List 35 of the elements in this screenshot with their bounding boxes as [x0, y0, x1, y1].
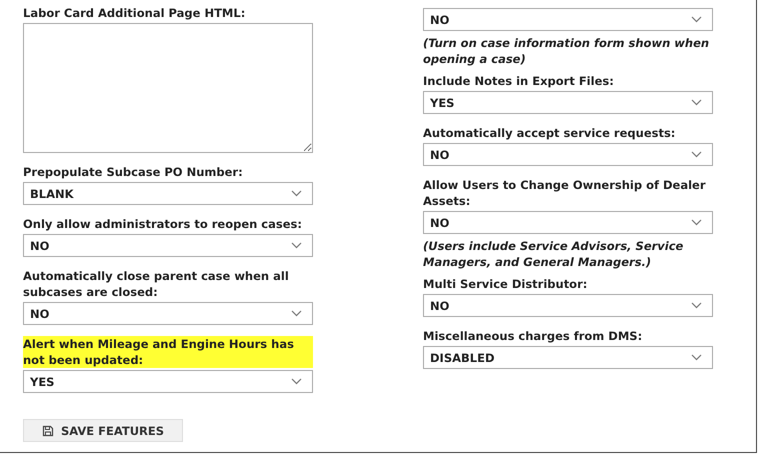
help-note: (Turn on case information form shown when opening a case): [423, 35, 710, 67]
chevron-down-icon: [691, 99, 702, 106]
field-label: Alert when Mileage and Engine Hours has not been updated:: [23, 336, 313, 368]
dropdown[interactable]: NO: [423, 8, 713, 31]
field-label: Allow Users to Change Ownership of Dealer Assets:: [423, 177, 707, 209]
chevron-down-icon: [691, 302, 702, 309]
chevron-down-icon: [291, 190, 302, 197]
help-note: (Users include Service Advisors, Service Managers, and General Managers.): [423, 238, 684, 270]
field-label: Only allow administrators to reopen cases:: [23, 216, 302, 232]
chevron-down-icon: [691, 354, 702, 361]
save-icon: [42, 424, 54, 436]
chevron-down-icon: [691, 219, 702, 226]
dropdown[interactable]: NO: [23, 234, 313, 257]
field-label: Multi Service Distributor:: [423, 276, 588, 292]
chevron-down-icon: [691, 151, 702, 158]
html-textarea[interactable]: [23, 23, 313, 153]
field-label: Prepopulate Subcase PO Number:: [23, 164, 243, 180]
dropdown[interactable]: BLANK: [23, 182, 313, 205]
dropdown[interactable]: YES: [423, 91, 713, 114]
chevron-down-icon: [691, 16, 702, 23]
field-label: Automatically accept service requests:: [423, 125, 676, 141]
chevron-down-icon: [291, 378, 302, 385]
field-label: Automatically close parent case when all subcases are closed:: [23, 268, 290, 300]
field-label: Miscellaneous charges from DMS:: [423, 328, 642, 344]
field-label: Include Notes in Export Files:: [423, 73, 614, 89]
dropdown[interactable]: NO: [23, 302, 313, 325]
field-label: Labor Card Additional Page HTML:: [23, 5, 246, 21]
dropdown[interactable]: NO: [423, 143, 713, 166]
chevron-down-icon: [291, 310, 302, 317]
dropdown[interactable]: YES: [23, 370, 313, 393]
dropdown[interactable]: NO: [423, 294, 713, 317]
chevron-down-icon: [291, 242, 302, 249]
dropdown[interactable]: NO: [423, 211, 713, 234]
dropdown[interactable]: DISABLED: [423, 346, 713, 369]
save-features-button[interactable]: SAVE FEATURES: [23, 419, 183, 442]
